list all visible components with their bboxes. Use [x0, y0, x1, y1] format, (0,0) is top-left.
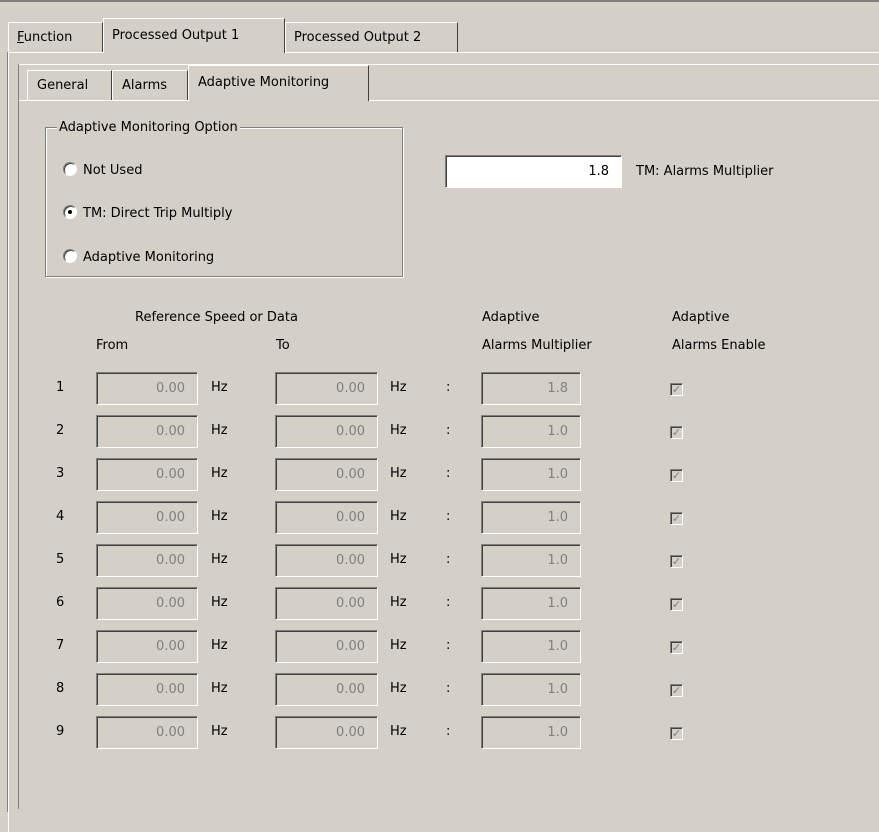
tab-function-mnemonic: F [17, 30, 24, 45]
window-top-border [0, 0, 879, 2]
tab-processed-output-1[interactable]: Processed Output 1 [103, 18, 285, 53]
subtab-general-label: General [37, 78, 89, 93]
tab-processed-output-2[interactable]: Processed Output 2 [285, 22, 458, 52]
processed-output-panel [8, 52, 879, 832]
tab-function-label: unction [23, 30, 73, 45]
subtab-general[interactable]: General [27, 70, 112, 100]
subtab-alarms-label: Alarms [122, 78, 168, 93]
subtab-alarms[interactable]: Alarms [112, 70, 188, 100]
tab-processed-output-2-label: Processed Output 2 [294, 30, 422, 45]
tab-function[interactable]: Function [8, 22, 103, 52]
subtab-adaptive-monitoring[interactable]: Adaptive Monitoring [188, 65, 369, 101]
subtab-baseline [19, 100, 879, 101]
tab-processed-output-1-label: Processed Output 1 [112, 28, 240, 43]
subtab-adaptive-monitoring-label: Adaptive Monitoring [198, 75, 330, 90]
